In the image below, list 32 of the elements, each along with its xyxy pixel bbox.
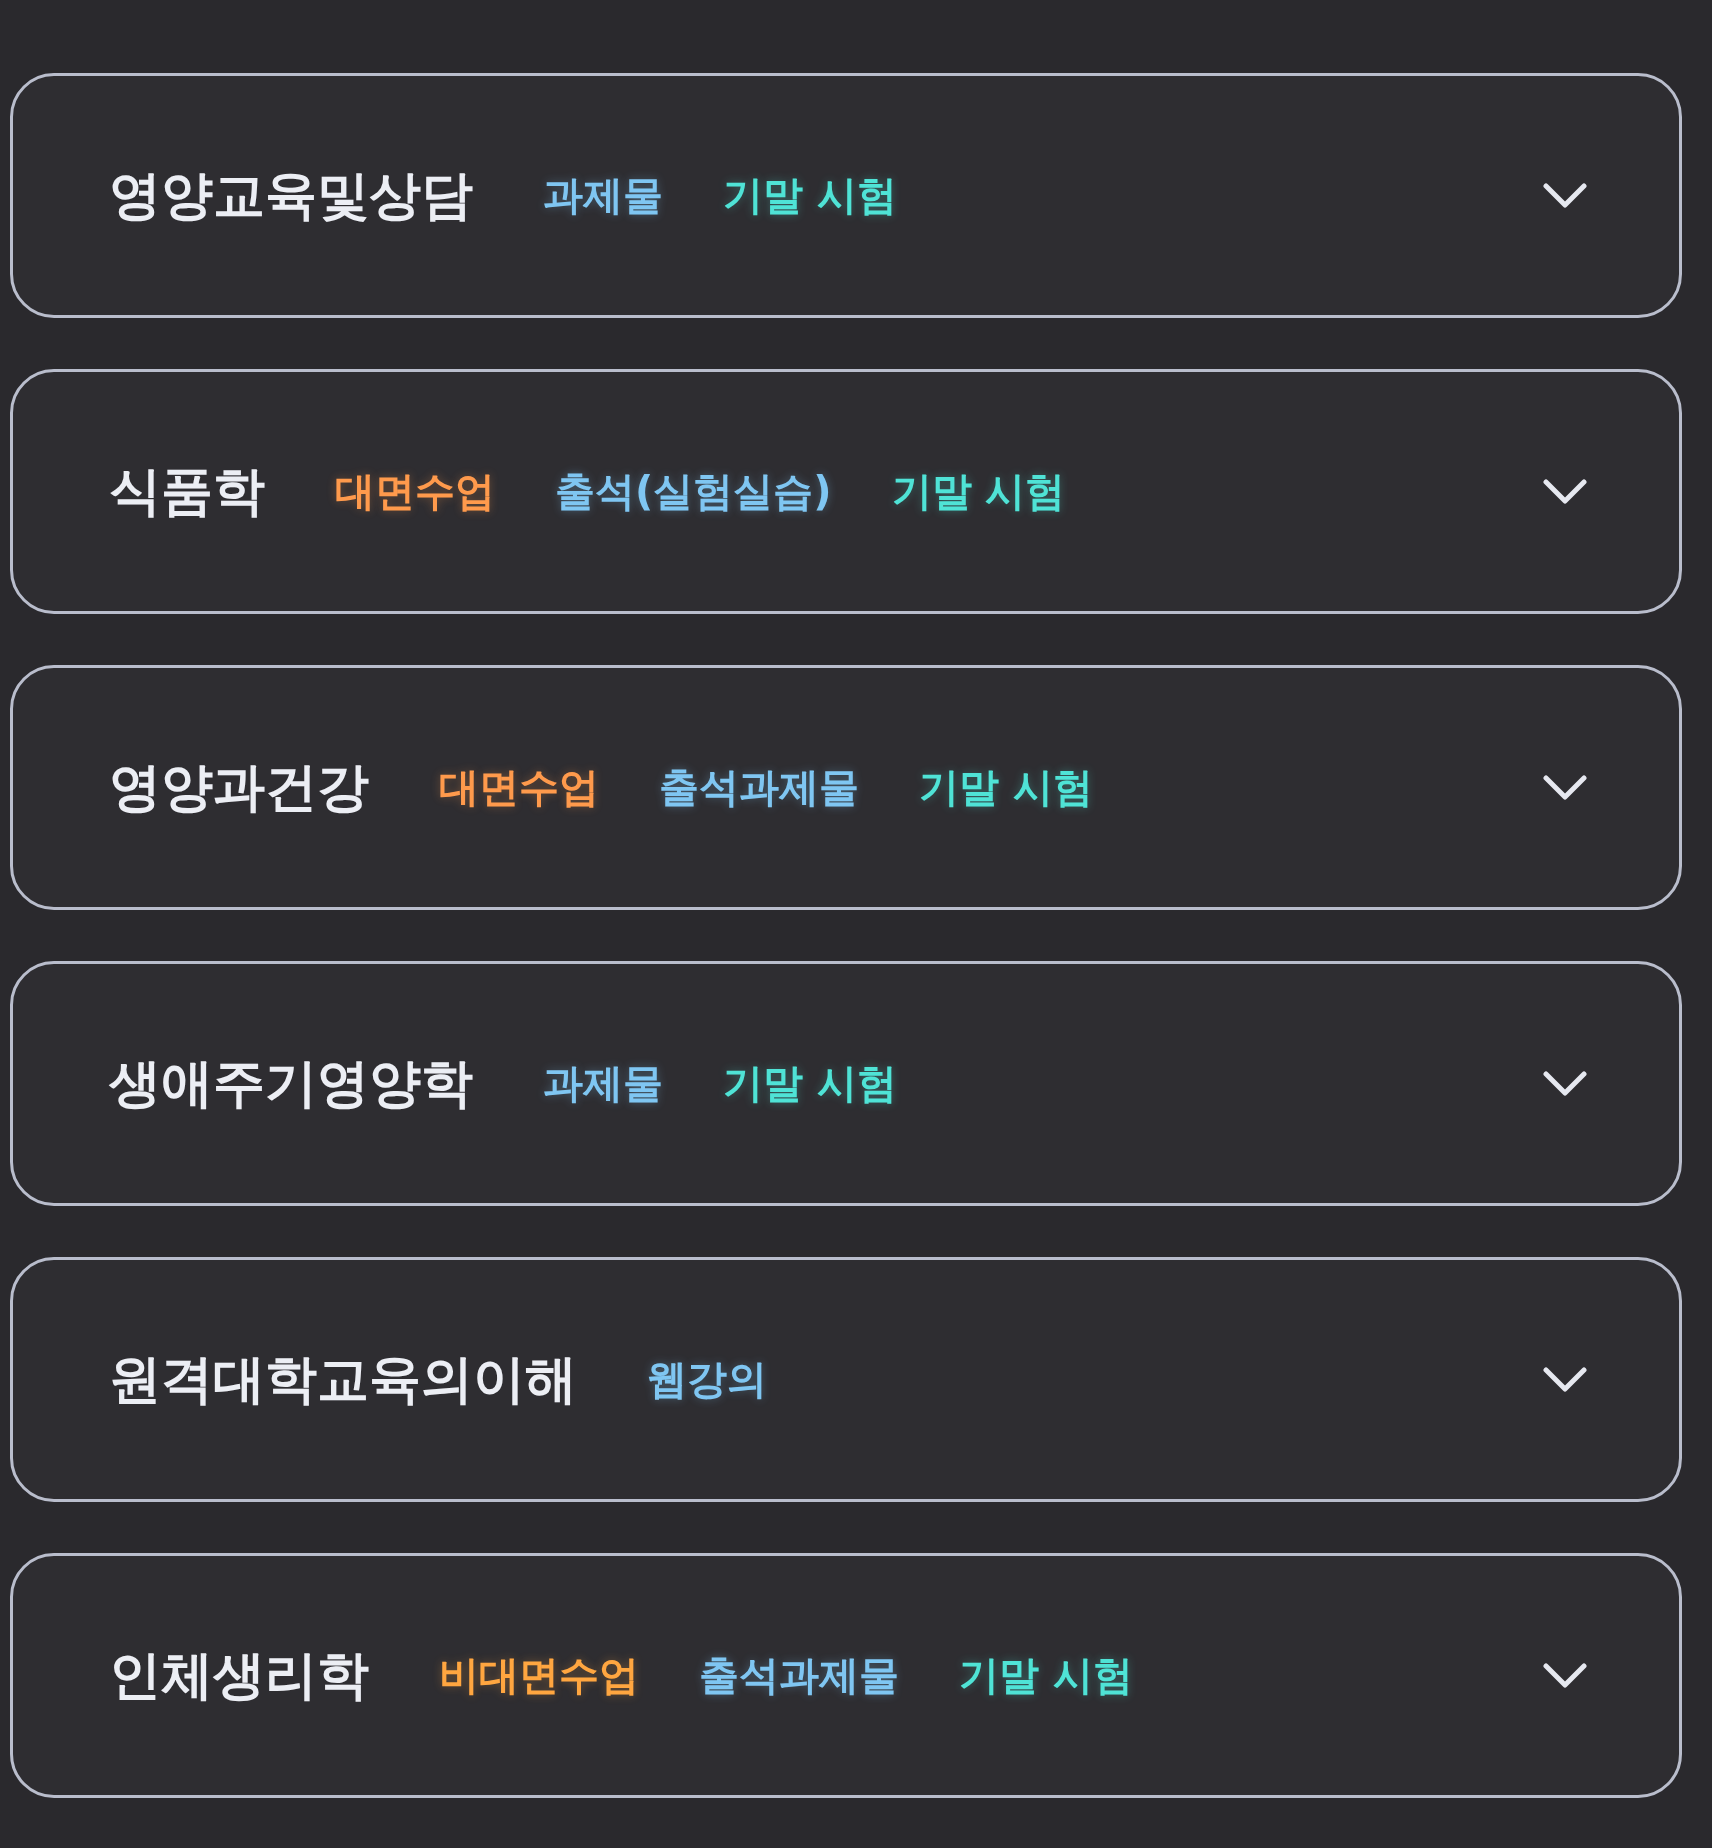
- chevron-down-icon[interactable]: [1543, 1366, 1587, 1393]
- course-tag: 기말 시험: [723, 1056, 897, 1111]
- course-tag: 기말 시험: [919, 760, 1093, 815]
- course-tag: 비대면수업: [439, 1648, 639, 1703]
- course-tag: 기말 시험: [723, 168, 897, 223]
- course-tag: 기말 시험: [891, 464, 1066, 519]
- course-title: 원격대학교육의이해: [109, 1347, 577, 1411]
- course-card[interactable]: 생애주기영양학 과제물 기말 시험: [10, 961, 1682, 1206]
- course-tag: 출석(실험실습): [555, 464, 832, 519]
- course-card[interactable]: 영양과건강 대면수업 출석과제물 기말 시험: [10, 665, 1682, 910]
- chevron-down-icon[interactable]: [1543, 478, 1587, 505]
- course-card[interactable]: 식품학 대면수업 출석(실험실습) 기말 시험: [10, 369, 1682, 614]
- course-tag: 대면수업: [335, 464, 495, 519]
- course-card[interactable]: 인체생리학 비대면수업 출석과제물 기말 시험: [10, 1553, 1682, 1798]
- course-title: 인체생리학: [109, 1643, 369, 1707]
- course-title: 영양교육및상담: [109, 163, 473, 227]
- chevron-down-icon[interactable]: [1543, 1662, 1587, 1689]
- course-tag: 과제물: [543, 1056, 663, 1111]
- course-card[interactable]: 원격대학교육의이해 웹강의: [10, 1257, 1682, 1502]
- course-tag: 기말 시험: [959, 1648, 1133, 1703]
- course-title: 식품학: [109, 459, 265, 523]
- course-tag: 출석과제물: [699, 1648, 899, 1703]
- course-tag: 출석과제물: [659, 760, 859, 815]
- course-title: 영양과건강: [109, 755, 369, 819]
- course-title: 생애주기영양학: [109, 1051, 473, 1115]
- course-card[interactable]: 영양교육및상담 과제물 기말 시험: [10, 73, 1682, 318]
- course-tag: 웹강의: [647, 1352, 767, 1407]
- chevron-down-icon[interactable]: [1543, 182, 1587, 209]
- course-tag: 과제물: [543, 168, 663, 223]
- chevron-down-icon[interactable]: [1543, 774, 1587, 801]
- chevron-down-icon[interactable]: [1543, 1070, 1587, 1097]
- course-tag: 대면수업: [439, 760, 599, 815]
